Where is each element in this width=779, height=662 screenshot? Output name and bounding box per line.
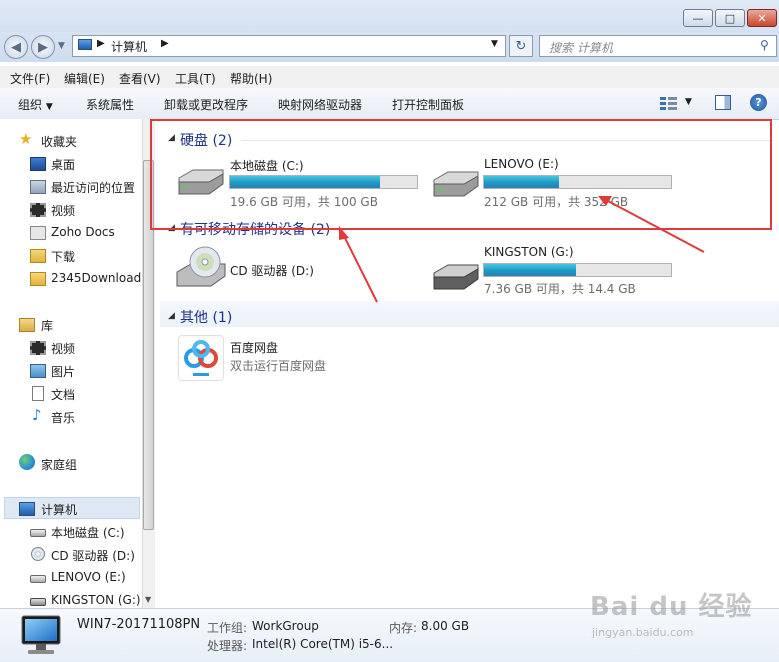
computer-details-icon bbox=[21, 615, 61, 654]
workgroup-label: 工作组: bbox=[207, 621, 248, 635]
cpu-value: Intel(R) Core(TM) i5-6... bbox=[252, 637, 394, 651]
computer-name: WIN7-20171108PN bbox=[77, 617, 201, 632]
watermark-url: jingyan.baidu.com bbox=[592, 626, 694, 639]
watermark-brand: Bai du 经验 bbox=[590, 592, 753, 622]
workgroup-value: WorkGroup bbox=[252, 619, 319, 633]
memory-label: 内存: bbox=[389, 621, 418, 635]
memory-value: 8.00 GB bbox=[421, 619, 470, 633]
annotation-arrows bbox=[339, 196, 705, 303]
cpu-label: 处理器: bbox=[207, 639, 248, 653]
